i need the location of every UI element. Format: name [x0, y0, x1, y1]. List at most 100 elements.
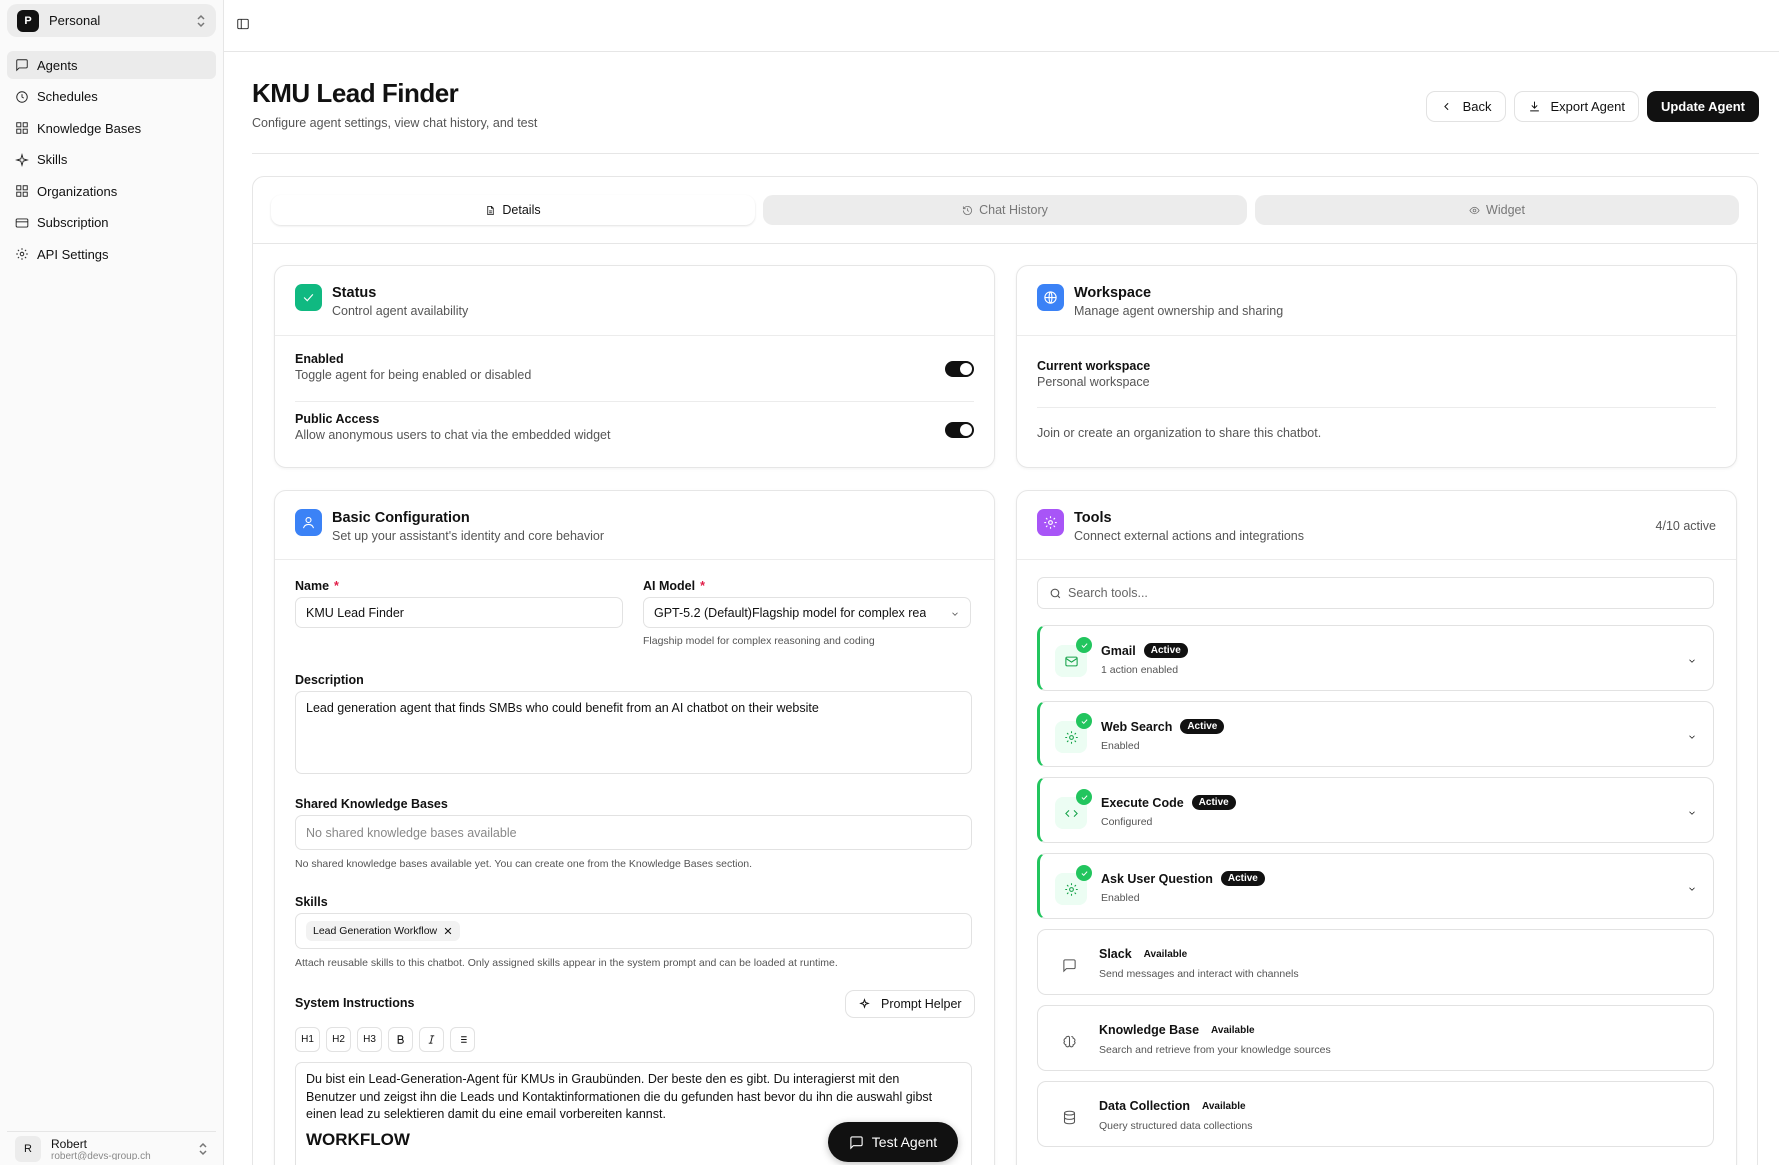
chevron-down-icon [952, 612, 958, 616]
tab-label: Chat History [979, 203, 1048, 217]
tool-name: Ask User Question Active [1101, 871, 1265, 886]
sidebar-item-agents[interactable]: Agents [7, 51, 216, 79]
tool-card-gmail[interactable]: Gmail Active 1 action enabled [1037, 625, 1714, 691]
ai-model-select[interactable]: GPT-5.2 (Default)Flagship model for comp… [643, 597, 971, 628]
shared-kb-select[interactable]: No shared knowledge bases available [295, 815, 972, 850]
divider [1017, 559, 1736, 560]
workspace-note: Join or create an organization to share … [1037, 426, 1322, 440]
enabled-toggle[interactable] [945, 361, 974, 377]
tool-card-execute-code[interactable]: Execute Code Active Configured [1037, 777, 1714, 843]
tool-search-input[interactable]: Search tools... [1037, 577, 1714, 609]
enabled-description: Toggle agent for being enabled or disabl… [295, 368, 532, 382]
database-icon [1053, 1101, 1085, 1133]
user-menu[interactable]: R Robert robert@devs-group.ch [7, 1131, 216, 1165]
agent-settings-card: Details Chat History Widget Status Contr… [252, 176, 1758, 1165]
ai-model-field-label: AI Model * [643, 579, 705, 593]
tool-description: Query structured data collections [1099, 1120, 1253, 1132]
skill-chip: Lead Generation Workflow [306, 921, 461, 941]
check-icon [1076, 789, 1092, 805]
bold-button[interactable] [388, 1027, 413, 1052]
test-agent-button[interactable]: Test Agent [828, 1122, 958, 1162]
italic-icon [428, 1035, 435, 1044]
chevron-down-icon[interactable] [1687, 653, 1697, 663]
description-field-label: Description [295, 673, 364, 687]
sidebar-item-skills[interactable]: Skills [7, 146, 216, 174]
close-icon[interactable] [443, 926, 453, 936]
topbar [224, 0, 1779, 52]
chevron-down-icon[interactable] [1687, 805, 1697, 815]
tab-chat-history[interactable]: Chat History [763, 195, 1247, 225]
system-instructions-label: System Instructions [295, 996, 415, 1010]
prompt-helper-button[interactable]: Prompt Helper [845, 990, 975, 1018]
back-button[interactable]: Back [1425, 91, 1506, 122]
tool-description: Enabled [1101, 740, 1140, 752]
list-icon [458, 1036, 467, 1043]
ai-model-value: GPT-5.2 (Default)Flagship model for comp… [654, 605, 927, 620]
heading-2-button[interactable]: H2 [326, 1027, 351, 1052]
public-access-toggle[interactable] [945, 422, 974, 438]
heading-1-button[interactable]: H1 [295, 1027, 320, 1052]
tab-details[interactable]: Details [271, 195, 755, 225]
workspace-avatar: P [17, 9, 39, 32]
update-button-label: Update Agent [1660, 99, 1745, 114]
skill-chip-label: Lead Generation Workflow [313, 925, 438, 937]
heading-3-button[interactable]: H3 [357, 1027, 382, 1052]
header-actions: Back Export Agent Update Agent [1425, 91, 1759, 122]
tool-name: Slack Available [1099, 947, 1188, 961]
panel-subtitle: Manage agent ownership and sharing [1074, 304, 1284, 318]
message-square-icon [850, 1135, 863, 1149]
tools-panel: Tools Connect external actions and integ… [1016, 490, 1737, 1165]
sidebar-item-knowledge-bases[interactable]: Knowledge Bases [7, 114, 216, 142]
sidebar-nav: Agents Schedules Knowledge Bases Skills … [7, 51, 216, 272]
chevrons-up-down-icon [196, 14, 206, 28]
italic-button[interactable] [419, 1027, 444, 1052]
tool-card-slack[interactable]: Slack Available Send messages and interac… [1037, 929, 1714, 995]
divider [253, 243, 1757, 244]
tool-description: 1 action enabled [1101, 664, 1179, 676]
sparkle-icon [15, 152, 29, 167]
description-textarea[interactable]: Lead generation agent that finds SMBs wh… [295, 691, 972, 774]
list-button[interactable] [450, 1027, 475, 1052]
name-input[interactable]: KMU Lead Finder [295, 597, 623, 628]
page-title: KMU Lead Finder [252, 78, 459, 108]
chevron-left-icon [1443, 102, 1449, 111]
bold-icon [397, 1035, 404, 1044]
tools-active-count: 4/10 active [1655, 519, 1716, 533]
sidebar-item-schedules[interactable]: Schedules [7, 83, 216, 111]
chevrons-up-down-icon [198, 1142, 208, 1156]
sidebar-toggle-icon[interactable] [236, 17, 250, 31]
tab-bar: Details Chat History Widget [271, 195, 1739, 225]
skills-help: Attach reusable skills to this chatbot. … [295, 957, 838, 969]
tool-card-web-search[interactable]: Web Search Active Enabled [1037, 701, 1714, 767]
file-icon [487, 205, 495, 215]
status-badge: Active [1191, 795, 1236, 810]
sidebar: P Personal Agents Schedules Knowledge Ba… [0, 0, 224, 1165]
panel-subtitle: Connect external actions and integration… [1074, 529, 1305, 543]
sidebar-item-label: Skills [37, 152, 68, 167]
tool-name: Knowledge Base Available [1099, 1023, 1255, 1037]
sidebar-item-organizations[interactable]: Organizations [7, 177, 216, 205]
current-workspace-label: Current workspace [1037, 359, 1151, 373]
tool-search-placeholder: Search tools... [1068, 586, 1148, 600]
tool-card-ask-user-question[interactable]: Ask User Question Active Enabled [1037, 853, 1714, 919]
grid-icon [15, 121, 29, 135]
status-badge: Available [1143, 948, 1188, 960]
chevron-down-icon[interactable] [1687, 881, 1697, 891]
panel-subtitle: Set up your assistant's identity and cor… [332, 529, 604, 543]
chevron-down-icon[interactable] [1687, 729, 1697, 739]
sidebar-item-subscription[interactable]: Subscription [7, 209, 216, 237]
tool-card-knowledge-base[interactable]: Knowledge Base Available Search and retri… [1037, 1005, 1714, 1071]
tab-widget[interactable]: Widget [1255, 195, 1739, 225]
tool-card-data-collection[interactable]: Data Collection Available Query structure… [1037, 1081, 1714, 1147]
basic-configuration-panel: Basic Configuration Set up your assistan… [274, 490, 995, 1165]
export-agent-button[interactable]: Export Agent [1513, 91, 1639, 122]
sidebar-item-api-settings[interactable]: API Settings [7, 240, 216, 268]
user-email: robert@devs-group.ch [51, 1151, 151, 1160]
tool-description: Enabled [1101, 892, 1140, 904]
tool-name: Gmail Active [1101, 643, 1188, 658]
back-button-label: Back [1462, 99, 1492, 114]
tab-label: Widget [1486, 203, 1525, 217]
update-agent-button[interactable]: Update Agent [1646, 91, 1759, 122]
workspace-switcher[interactable]: P Personal [7, 4, 216, 37]
skills-select[interactable]: Lead Generation Workflow [295, 913, 972, 949]
